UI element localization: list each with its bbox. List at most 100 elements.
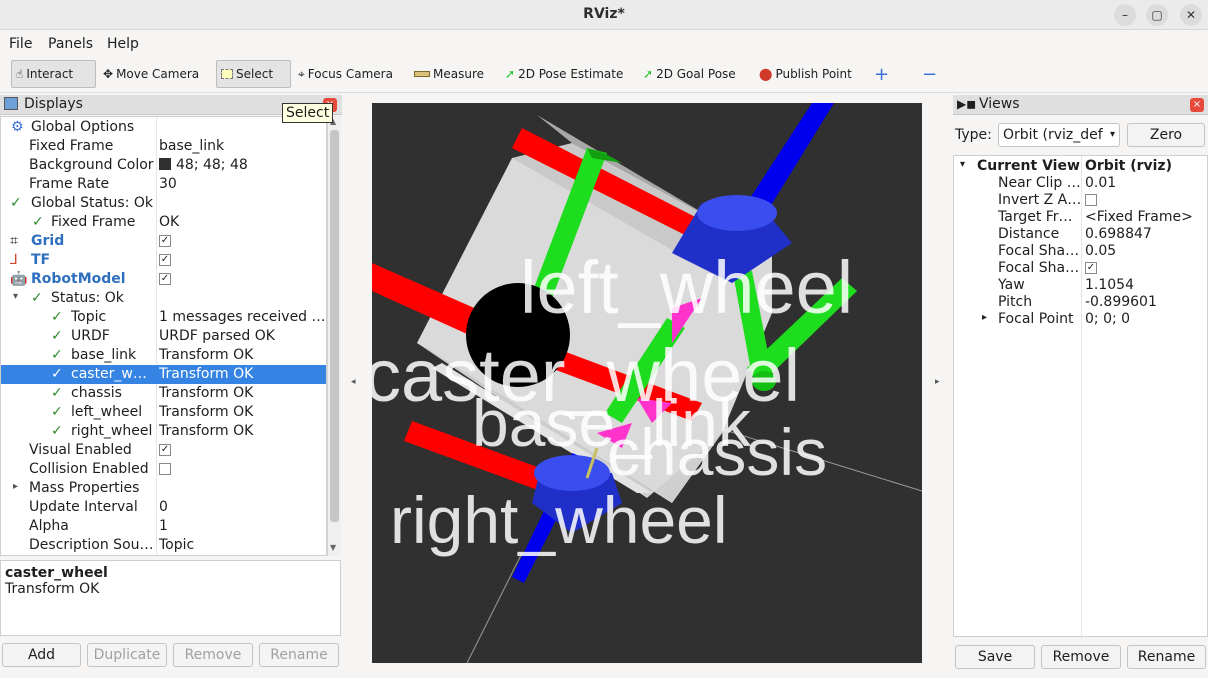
tree-row-fixed-frame[interactable]: Fixed Frame base_link: [1, 137, 326, 156]
add-button[interactable]: Add: [2, 643, 81, 667]
color-value[interactable]: 48; 48; 48: [159, 157, 325, 173]
tree-row-update-interval[interactable]: Update Interval 0: [1, 498, 326, 517]
row-value[interactable]: 30: [159, 176, 325, 192]
row-label: RobotModel: [31, 271, 126, 287]
robotmodel-enabled-checkbox[interactable]: ✓: [159, 273, 171, 285]
displays-scrollbar[interactable]: ▲ ▼: [327, 116, 341, 556]
focus-camera-tool[interactable]: ⌖ Focus Camera: [294, 60, 397, 88]
save-button[interactable]: Save: [955, 645, 1035, 669]
row-label: Alpha: [29, 518, 69, 534]
near-clip-row[interactable]: Near Clip … 0.01: [954, 175, 1207, 192]
tree-row-left-wheel[interactable]: ✓ left_wheel Transform OK: [1, 403, 326, 422]
tf-enabled-checkbox[interactable]: ✓: [159, 254, 171, 266]
row-label: Focal Sha…: [998, 243, 1080, 259]
distance-row[interactable]: Distance 0.698847: [954, 226, 1207, 243]
tree-row-global-options[interactable]: ⚙ Global Options: [1, 118, 326, 137]
tree-row-mass-properties[interactable]: ▸ Mass Properties: [1, 479, 326, 498]
row-value[interactable]: 0: [159, 499, 325, 515]
zero-button[interactable]: Zero: [1127, 123, 1205, 147]
rename-view-button[interactable]: Rename: [1127, 645, 1206, 669]
focal-point-row[interactable]: ▸ Focal Point 0; 0; 0: [954, 311, 1207, 328]
invert-z-row[interactable]: Invert Z A…: [954, 192, 1207, 209]
grid-enabled-checkbox[interactable]: ✓: [159, 235, 171, 247]
collapse-left-icon[interactable]: ◂: [351, 377, 356, 387]
row-value-cell: [159, 461, 325, 477]
render-viewport[interactable]: left_wheel caster_wheel base_link chassi…: [372, 103, 922, 663]
focal-shape-fixed-row[interactable]: Focal Sha… ✓: [954, 260, 1207, 277]
tree-row-background-color[interactable]: Background Color 48; 48; 48: [1, 156, 326, 175]
menu-panels[interactable]: Panels: [48, 36, 93, 52]
yaw-row[interactable]: Yaw 1.1054: [954, 277, 1207, 294]
row-label: TF: [31, 252, 51, 268]
visual-enabled-checkbox[interactable]: ✓: [159, 444, 171, 456]
goal-pose-tool[interactable]: ➚ 2D Goal Pose: [639, 60, 740, 88]
pitch-row[interactable]: Pitch -0.899601: [954, 294, 1207, 311]
tree-row-robotmodel[interactable]: 🤖 RobotModel ✓: [1, 270, 326, 289]
menu-file[interactable]: File: [9, 36, 32, 52]
publish-point-tool[interactable]: ⬤ Publish Point: [755, 60, 856, 88]
invert-z-checkbox[interactable]: [1085, 194, 1097, 206]
tree-row-global-status[interactable]: ✓ Global Status: Ok: [1, 194, 326, 213]
tree-row-status[interactable]: ▾ ✓ Status: Ok: [1, 289, 326, 308]
remove-view-button[interactable]: Remove: [1041, 645, 1121, 669]
scroll-down-icon[interactable]: ▼: [330, 543, 336, 552]
row-value[interactable]: 0; 0; 0: [1085, 311, 1207, 327]
remove-display-button[interactable]: Remove: [173, 643, 253, 667]
tree-row-frame-rate[interactable]: Frame Rate 30: [1, 175, 326, 194]
row-value[interactable]: -0.899601: [1085, 294, 1207, 310]
chevron-right-icon[interactable]: ▸: [982, 312, 987, 323]
row-value[interactable]: Topic: [159, 537, 325, 553]
close-icon[interactable]: ×: [1190, 98, 1204, 112]
collision-enabled-checkbox[interactable]: [159, 463, 171, 475]
focal-shape-checkbox[interactable]: ✓: [1085, 262, 1097, 274]
row-value[interactable]: 0.01: [1085, 175, 1207, 191]
row-value[interactable]: 0.05: [1085, 243, 1207, 259]
tree-row-topic[interactable]: ✓ Topic 1 messages received …: [1, 308, 326, 327]
tree-row-status-fixed-frame[interactable]: ✓ Fixed Frame OK: [1, 213, 326, 232]
row-value[interactable]: 0.698847: [1085, 226, 1207, 242]
minimize-icon[interactable]: –: [1114, 4, 1136, 26]
select-tool[interactable]: Select: [216, 60, 291, 88]
tree-row-caster-wheel[interactable]: ✓ caster_w… Transform OK: [1, 365, 326, 384]
tree-row-right-wheel[interactable]: ✓ right_wheel Transform OK: [1, 422, 326, 441]
tree-row-collision-enabled[interactable]: Collision Enabled: [1, 460, 326, 479]
displays-tree[interactable]: ⚙ Global Options Fixed Frame base_link B…: [0, 116, 327, 556]
tree-row-visual-enabled[interactable]: Visual Enabled ✓: [1, 441, 326, 460]
green-arrow-icon: ➚: [505, 67, 516, 81]
tree-row-tf[interactable]: ⅃ TF ✓: [1, 251, 326, 270]
collapse-right-icon[interactable]: ▸: [935, 377, 940, 387]
row-value[interactable]: base_link: [159, 138, 325, 154]
row-value[interactable]: <Fixed Frame>: [1085, 209, 1207, 225]
pose-estimate-tool[interactable]: ➚ 2D Pose Estimate: [501, 60, 627, 88]
chevron-right-icon[interactable]: ▸: [13, 481, 18, 492]
target-frame-row[interactable]: Target Fr… <Fixed Frame>: [954, 209, 1207, 226]
views-tree[interactable]: ▾ Current View Orbit (rviz) Near Clip … …: [953, 155, 1208, 638]
tree-row-chassis[interactable]: ✓ chassis Transform OK: [1, 384, 326, 403]
view-type-value: Orbit (rviz_def: [1003, 127, 1103, 143]
minus-icon[interactable]: −: [918, 60, 941, 88]
chevron-down-icon[interactable]: ▾: [13, 291, 18, 302]
plus-icon[interactable]: +: [870, 60, 893, 88]
maximize-icon[interactable]: ▢: [1146, 4, 1168, 26]
close-icon[interactable]: ✕: [1180, 4, 1202, 26]
tree-row-grid[interactable]: ⌗ Grid ✓: [1, 232, 326, 251]
interact-tool[interactable]: ☝ Interact: [11, 60, 96, 88]
row-value[interactable]: 1: [159, 518, 325, 534]
robot-icon: 🤖: [10, 271, 28, 287]
measure-tool[interactable]: Measure: [410, 60, 488, 88]
chevron-down-icon[interactable]: ▾: [960, 159, 965, 170]
scrollbar-thumb[interactable]: [330, 130, 339, 522]
toolbar: ☝ Interact ✥ Move Camera Select ⌖ Focus …: [0, 57, 1208, 93]
tree-row-base-link[interactable]: ✓ base_link Transform OK: [1, 346, 326, 365]
tree-row-description-source[interactable]: Description Sou… Topic: [1, 536, 326, 555]
tree-row-urdf[interactable]: ✓ URDF URDF parsed OK: [1, 327, 326, 346]
focal-shape-size-row[interactable]: Focal Sha… 0.05: [954, 243, 1207, 260]
move-camera-tool[interactable]: ✥ Move Camera: [99, 60, 203, 88]
tree-row-alpha[interactable]: Alpha 1: [1, 517, 326, 536]
row-value[interactable]: 1.1054: [1085, 277, 1207, 293]
menu-help[interactable]: Help: [107, 36, 139, 52]
current-view-row[interactable]: ▾ Current View Orbit (rviz): [954, 158, 1207, 175]
view-type-select[interactable]: Orbit (rviz_def ▾: [998, 123, 1120, 147]
rename-display-button[interactable]: Rename: [259, 643, 339, 667]
duplicate-button[interactable]: Duplicate: [87, 643, 167, 667]
